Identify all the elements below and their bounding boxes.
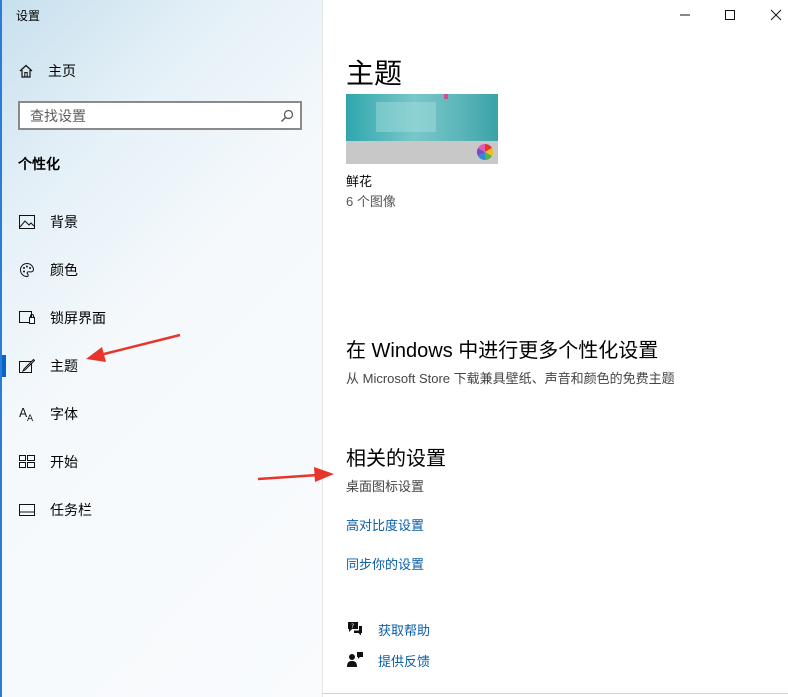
sidebar-item-label: 开始 [50,454,78,470]
window-bottom-border [322,693,788,694]
sidebar-item-themes[interactable]: 主题 [2,346,320,386]
home-icon [19,64,33,78]
start-icon [18,453,36,471]
theme-name: 鲜花 [346,174,373,189]
feedback-icon [347,652,363,667]
close-button[interactable] [753,0,788,30]
sidebar-item-background[interactable]: 背景 [2,202,320,242]
svg-text:A: A [27,414,34,422]
sidebar-item-lock-screen[interactable]: 锁屏界面 [2,298,320,338]
minimize-icon [680,14,690,16]
taskbar-icon [18,501,36,519]
more-personalization-heading: 在 Windows 中进行更多个性化设置 [346,340,659,362]
page-title: 主题 [346,58,403,89]
palette-icon [18,261,36,279]
sidebar-item-colors[interactable]: 颜色 [2,250,320,290]
maximize-icon [725,10,735,20]
high-contrast-settings-link[interactable]: 高对比度设置 [346,515,424,534]
sidebar-item-label: 颜色 [50,262,78,278]
search-box[interactable] [18,101,302,130]
sidebar: 设置 主页 个性化 背景 颜色 锁屏界面 [2,0,323,697]
desktop-icon-settings-link[interactable]: 桌面图标设置 [346,476,424,495]
related-settings-heading: 相关的设置 [346,448,446,470]
theme-icon [18,357,36,375]
sidebar-item-label: 背景 [50,214,78,230]
search-input[interactable] [20,103,280,128]
get-help-link[interactable]: ? 获取帮助 [346,619,430,639]
font-icon: AA [18,405,36,423]
svg-text:?: ? [351,623,354,630]
sync-settings-link[interactable]: 同步你的设置 [346,554,424,573]
maximize-button[interactable] [707,0,753,30]
section-title: 个性化 [18,156,60,172]
feedback-label: 提供反馈 [378,653,431,669]
theme-image-count: 6 个图像 [346,194,396,209]
app-title: 设置 [16,9,41,23]
home-button[interactable]: 主页 [18,58,76,84]
sidebar-item-label: 任务栏 [50,502,92,518]
more-personalization-description: 从 Microsoft Store 下载兼具壁纸、声音和颜色的免费主题 [346,371,675,386]
sidebar-item-fonts[interactable]: AA 字体 [2,394,320,434]
search-icon[interactable] [280,109,294,123]
help-icon: ? [348,622,362,636]
sidebar-item-taskbar[interactable]: 任务栏 [2,490,320,530]
sidebar-item-label: 字体 [50,406,78,422]
sidebar-item-start[interactable]: 开始 [2,442,320,482]
get-help-label: 获取帮助 [378,622,431,638]
picture-icon [18,213,36,231]
lock-screen-icon [18,309,36,327]
sidebar-item-label: 主题 [50,358,78,374]
feedback-link[interactable]: 提供反馈 [346,650,430,670]
color-wheel-icon [476,143,494,161]
sidebar-item-label: 锁屏界面 [50,310,106,326]
theme-preview-flowers[interactable] [346,94,498,164]
home-label: 主页 [48,63,76,79]
minimize-button[interactable] [662,0,708,30]
close-icon [770,9,782,21]
